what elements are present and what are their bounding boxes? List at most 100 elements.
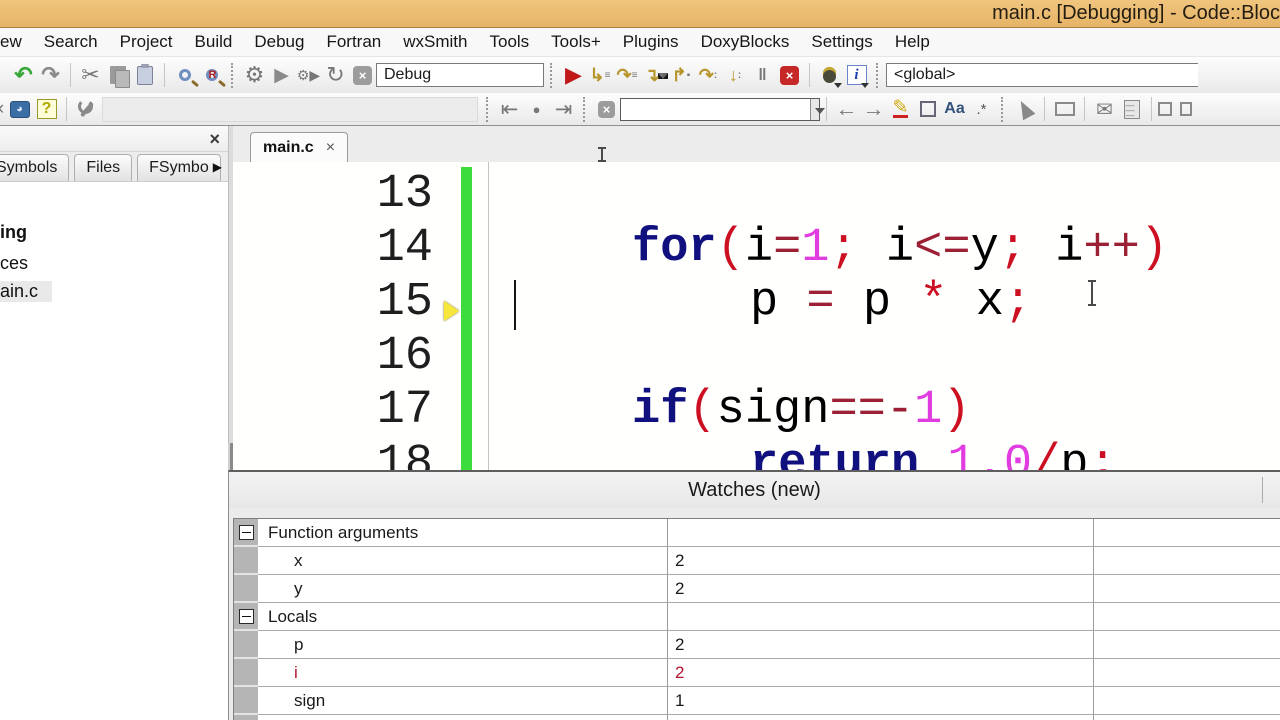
build-target-select[interactable]: Debug [376,63,668,87]
watch-value: 2 [668,631,1094,659]
menu-help[interactable]: Help [884,28,941,56]
watch-row-function-arguments[interactable]: Function arguments [234,519,1280,547]
row-gutter [234,575,258,603]
rebuild-icon[interactable]: ↻ [322,62,349,89]
watches-caption[interactable]: Watches (new) [229,472,1280,508]
regex-icon[interactable]: .* [968,96,995,123]
empty-toolbar-panel [102,96,478,122]
clipped-toolbar-icons [1158,102,1192,116]
next-instruction-icon[interactable]: ↷: [695,62,722,89]
menu-view[interactable]: ew [0,28,33,56]
debug-continue-icon[interactable]: ▶ [560,62,587,89]
menu-build[interactable]: Build [184,28,244,56]
menu-bar: ew Search Project Build Debug Fortran wx… [0,28,1280,57]
code-view[interactable]: 13 14 15 16 17 18 for(i=1; i<=y; i++) p … [233,162,1280,470]
next-line-icon[interactable]: ↷ ≡ [614,62,641,89]
match-case-icon[interactable]: Aa [941,96,968,123]
search-prev-icon[interactable]: ← [833,96,860,123]
incremental-search-box[interactable] [620,97,825,121]
close-icon[interactable]: × [209,130,220,148]
envelope-icon[interactable]: ✉ [1091,96,1118,123]
watch-row-p[interactable]: p 2 [234,631,1280,659]
project-tree-item[interactable]: ing [0,222,27,243]
toolbar-separator [70,63,71,87]
highlight-occurrences-icon[interactable]: ✎ [887,96,914,123]
search-dropdown-icon[interactable] [810,98,825,120]
debug-pause-icon[interactable]: ‖ [749,62,776,89]
toolbar-separator [826,97,827,121]
splitter-shadow [228,443,233,470]
symbol-scope-value: <global> [894,66,956,83]
collapse-icon[interactable] [238,608,254,624]
run-to-cursor-icon[interactable]: ↳ ≡ [587,62,614,89]
menu-tools-plus[interactable]: Tools+ [540,28,612,56]
tab-scroll-icon[interactable]: ▶ [213,160,222,174]
menu-plugins[interactable]: Plugins [612,28,690,56]
step-into-icon[interactable]: ↴ ▪ [641,62,668,89]
menu-tools[interactable]: Tools [478,28,540,56]
clear-search-icon[interactable]: × [593,96,620,123]
line-number: 14 [376,222,433,275]
cut-icon[interactable]: ✂ [77,62,104,89]
caption-divider [1262,477,1263,503]
watch-row-y[interactable]: y 2 [234,575,1280,603]
menu-wxsmith[interactable]: wxSmith [392,28,478,56]
build-and-run-icon[interactable]: ⚙▶ [295,62,322,89]
watch-value: 2 [668,547,1094,575]
watch-name: Locals [258,603,668,631]
redo-icon[interactable]: ↷ [37,62,64,89]
find-icon[interactable] [171,62,198,89]
step-into-instruction-icon[interactable]: ↓: [722,62,749,89]
watch-row-i[interactable]: i 2 [234,659,1280,687]
paste-icon[interactable] [131,62,158,89]
jump-back-icon[interactable]: ⇤ [496,96,523,123]
run-icon[interactable]: ▶ [268,62,295,89]
menu-doxyblocks[interactable]: DoxyBlocks [690,28,801,56]
step-out-icon[interactable]: ↱ ▪ [668,62,695,89]
toolbar-separator [164,63,165,87]
menu-settings[interactable]: Settings [800,28,883,56]
sources-tree-item[interactable]: ces [0,253,28,274]
menu-project[interactable]: Project [109,28,184,56]
pointer-tool-icon[interactable] [1011,96,1038,123]
help-icon[interactable]: ? [33,96,60,123]
collapse-icon[interactable] [238,524,254,540]
stop-debugger-icon[interactable]: × [776,62,803,89]
code-line-18: return 1.0/p; [750,438,1117,470]
watch-name: p [258,631,668,659]
debug-info-icon[interactable]: i [843,62,870,89]
abort-build-icon[interactable]: × [349,62,376,89]
search-next-icon[interactable]: → [860,96,887,123]
incremental-search-input[interactable] [621,98,810,120]
jump-marker-icon[interactable]: ● [523,96,550,123]
watch-name: y [258,575,668,603]
menu-search[interactable]: Search [33,28,109,56]
menu-debug[interactable]: Debug [243,28,315,56]
close-icon[interactable]: × [326,139,335,157]
build-icon[interactable]: ⚙ [241,62,268,89]
watch-row-x[interactable]: x 2 [234,547,1280,575]
watch-row-sign[interactable]: sign 1 [234,687,1280,715]
undo-icon[interactable]: ↶ [10,62,37,89]
symbol-scope-select[interactable]: <global> [886,63,1198,87]
selected-only-icon[interactable] [914,96,941,123]
rectangle-tool-icon[interactable] [1051,96,1078,123]
note-icon[interactable]: — — — [1118,96,1145,123]
row-gutter [234,603,258,631]
start-here-icon[interactable]: ◕ [6,96,33,123]
tab-fsymbols[interactable]: FSymbo [137,154,221,181]
editor-tab-mainc[interactable]: main.c × [250,132,349,162]
tab-files[interactable]: Files [74,154,133,181]
mainc-tree-item[interactable]: ain.c [0,281,53,302]
replace-icon[interactable] [198,62,225,89]
menu-fortran[interactable]: Fortran [315,28,392,56]
watch-row-locals[interactable]: Locals [234,603,1280,631]
watch-value: 2 [668,575,1094,603]
watch-value: 1 [668,687,1094,715]
settings-wrench-icon[interactable] [73,96,100,123]
jump-forward-icon[interactable]: ⇥ [550,96,577,123]
tab-symbols[interactable]: Symbols [0,154,70,181]
debugging-windows-icon[interactable] [816,62,843,89]
editor-tabbar: main.c × [233,126,1280,162]
copy-icon[interactable] [104,62,131,89]
